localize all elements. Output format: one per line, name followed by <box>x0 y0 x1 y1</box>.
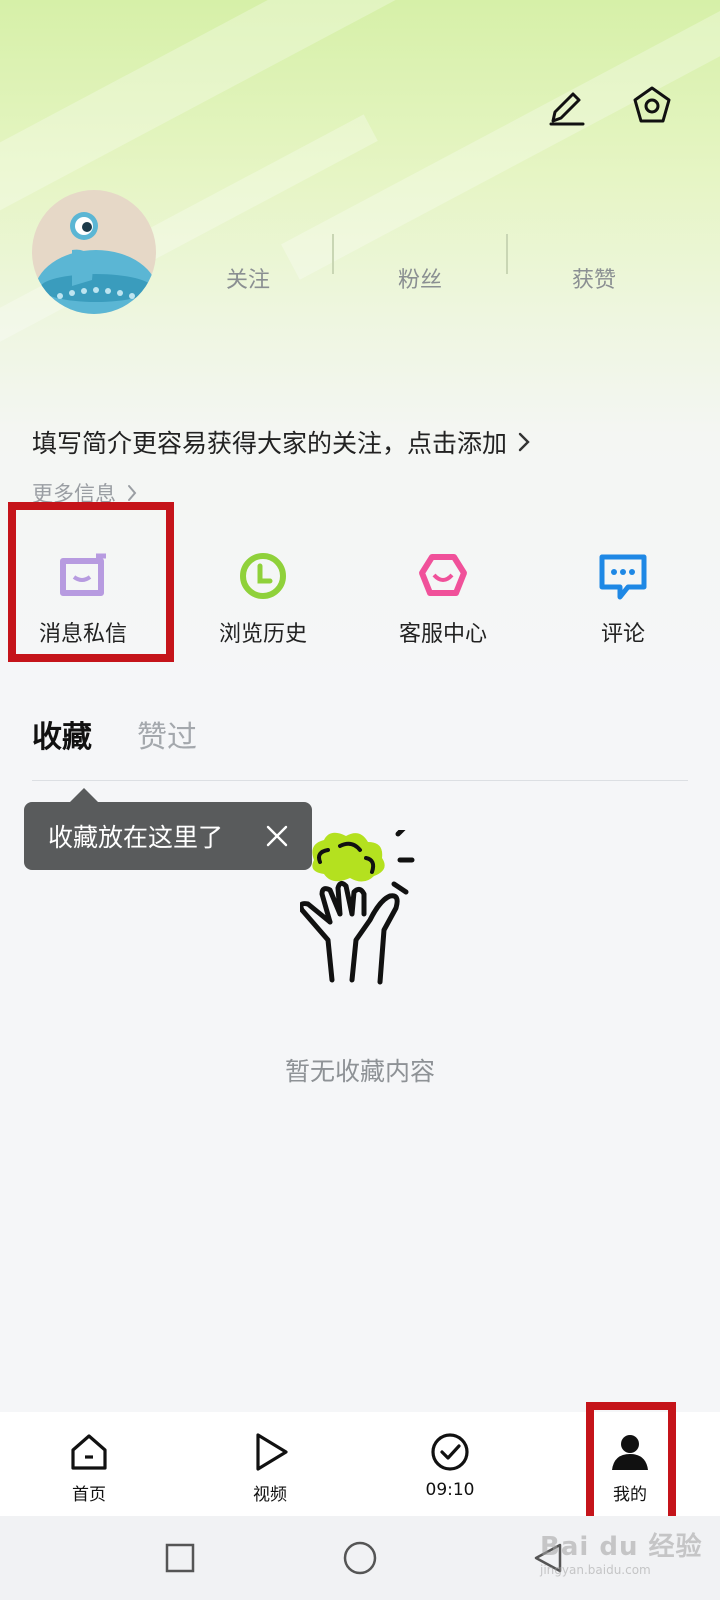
bio-prompt-text: 填写简介更容易获得大家的关注，点击添加 <box>32 429 508 458</box>
empty-favorites-illustration <box>300 830 415 985</box>
clock-history-icon <box>235 548 291 604</box>
home-icon <box>67 1430 111 1474</box>
play-icon <box>248 1430 292 1474</box>
baidu-jingyan-watermark: Bai du 经验 jingyan.baidu.com <box>540 1526 710 1586</box>
nav-checkin[interactable]: 09:10 <box>395 1430 505 1500</box>
quick-action-label: 浏览历史 <box>218 622 307 647</box>
square-icon <box>165 1543 195 1573</box>
highlight-box-messages <box>8 502 174 662</box>
watermark-main: Bai du 经验 <box>540 1532 703 1562</box>
hexagon-gear-icon <box>633 86 671 123</box>
check-circle-icon <box>428 1430 472 1474</box>
comment-bubble-icon <box>595 548 651 604</box>
alien-mascot-avatar <box>34 212 156 314</box>
stat-divider <box>506 234 508 274</box>
watermark-sub: jingyan.baidu.com <box>540 1563 651 1577</box>
settings-button[interactable] <box>628 82 676 130</box>
quick-action-comments[interactable]: 评论 <box>548 548 698 658</box>
quick-action-label: 客服中心 <box>398 622 487 647</box>
pencil-icon <box>549 92 585 126</box>
quick-action-history[interactable]: 浏览历史 <box>188 548 338 658</box>
tab-divider <box>32 780 688 781</box>
tooltip-arrow <box>70 788 98 802</box>
quick-action-customer-service[interactable]: 客服中心 <box>368 548 518 658</box>
tab-liked[interactable]: 赞过 <box>137 712 197 756</box>
edit-profile-button[interactable] <box>542 82 590 130</box>
nav-label: 视频 <box>253 1485 287 1505</box>
empty-state-text: 暂无收藏内容 <box>284 1057 435 1086</box>
nav-label: 首页 <box>72 1485 106 1505</box>
nav-label: 09:10 <box>425 1480 475 1500</box>
stat-divider <box>332 234 334 274</box>
nav-video[interactable]: 视频 <box>215 1430 325 1505</box>
chevron-right-icon <box>518 432 530 452</box>
recent-apps-button[interactable] <box>162 1540 198 1576</box>
add-bio-link[interactable]: 填写简介更容易获得大家的关注，点击添加 <box>32 424 531 460</box>
stat-following[interactable]: 关注 <box>188 262 308 294</box>
nav-home[interactable]: 首页 <box>34 1430 144 1505</box>
close-icon[interactable] <box>264 823 290 849</box>
home-system-button[interactable] <box>342 1540 378 1576</box>
stat-fans[interactable]: 粉丝 <box>360 262 480 294</box>
tooltip-text: 收藏放在这里了 <box>48 823 224 852</box>
circle-icon <box>343 1541 377 1575</box>
favorites-tooltip: 收藏放在这里了 <box>24 788 312 870</box>
avatar[interactable] <box>32 190 156 314</box>
highlight-box-me <box>586 1402 676 1526</box>
customer-service-face-icon <box>415 548 471 604</box>
quick-action-label: 评论 <box>600 622 645 647</box>
tab-favorites[interactable]: 收藏 <box>32 712 92 756</box>
stat-likes[interactable]: 获赞 <box>534 262 654 294</box>
chevron-right-icon <box>128 485 137 501</box>
